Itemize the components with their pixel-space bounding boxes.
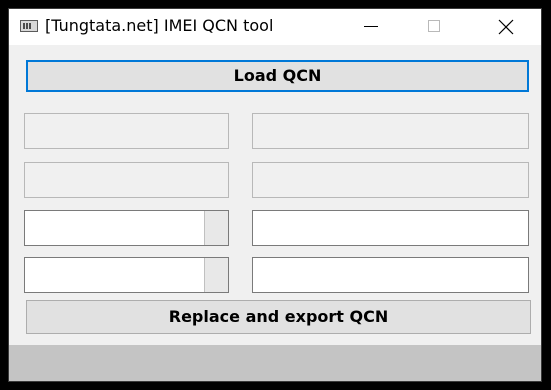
app-window: [Tungtata.net] IMEI QCN tool Load QCN Re… [8, 8, 542, 382]
client-area: Load QCN Replace and export QCN [9, 45, 541, 345]
maximize-icon [428, 20, 440, 32]
minimize-icon [364, 26, 378, 27]
title-bar[interactable]: [Tungtata.net] IMEI QCN tool [9, 9, 541, 45]
imei-field-row4-right[interactable] [252, 257, 529, 293]
load-qcn-button[interactable]: Load QCN [26, 60, 529, 92]
imei-spin-button-row4[interactable] [204, 258, 228, 292]
info-field-row1-right [252, 113, 529, 149]
imei-input-row3-left[interactable] [25, 211, 203, 245]
imei-combo-row4-left[interactable] [24, 257, 229, 293]
imei-spin-button-row3[interactable] [204, 211, 228, 245]
maximize-button[interactable] [412, 9, 458, 45]
close-icon [498, 19, 514, 35]
app-window-icon [20, 20, 38, 32]
replace-export-button[interactable]: Replace and export QCN [26, 300, 531, 334]
window-title: [Tungtata.net] IMEI QCN tool [45, 16, 274, 35]
info-field-row1-left [24, 113, 229, 149]
info-field-row2-left [24, 162, 229, 198]
info-field-row2-right [252, 162, 529, 198]
minimize-button[interactable] [348, 9, 394, 45]
status-bar [9, 345, 541, 381]
imei-combo-row3-left[interactable] [24, 210, 229, 246]
close-button[interactable] [482, 9, 528, 45]
imei-field-row3-right[interactable] [252, 210, 529, 246]
imei-input-row4-left[interactable] [25, 258, 203, 292]
